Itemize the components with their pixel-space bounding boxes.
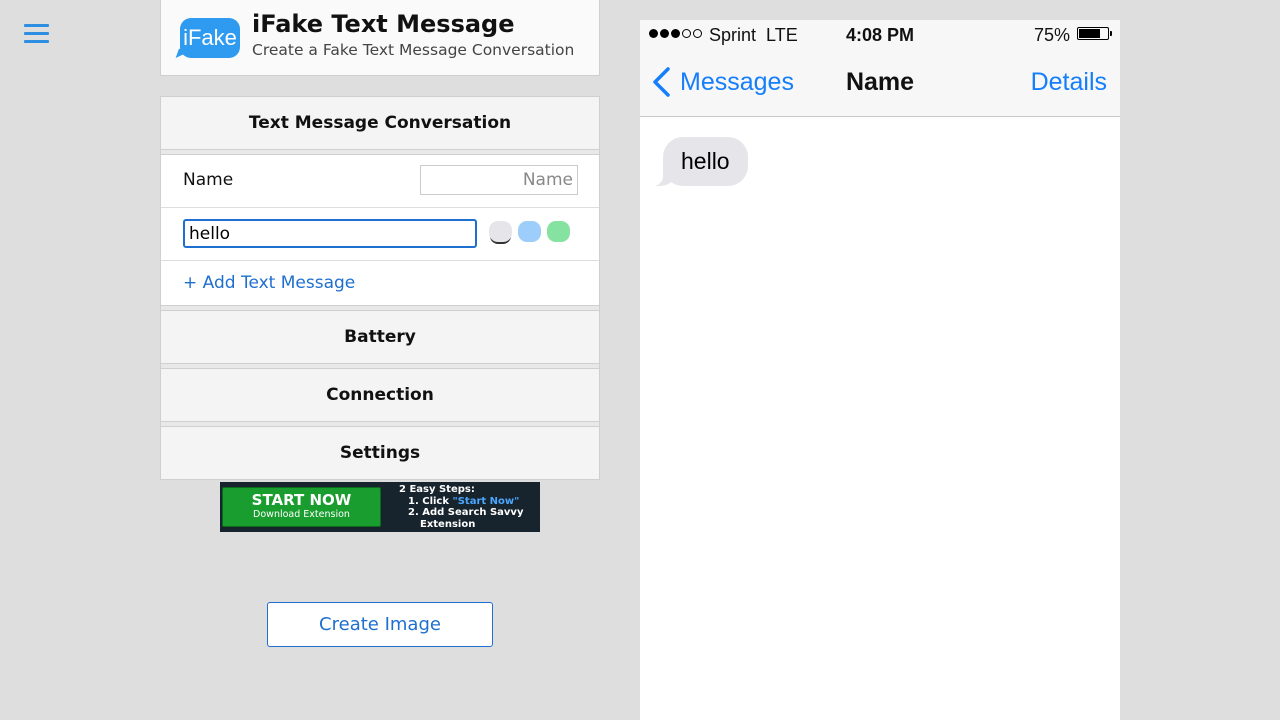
messages-nav-bar: Messages Name Details — [640, 50, 1120, 117]
name-row: Name — [161, 155, 599, 208]
bubble-color-picker — [489, 221, 570, 242]
section-settings[interactable]: Settings — [161, 427, 599, 479]
ad-step1-prefix: 1. Click — [408, 495, 453, 507]
add-message-row: + Add Text Message — [161, 261, 599, 306]
ad-steps-title: 2 Easy Steps: — [399, 484, 475, 495]
create-image-button[interactable]: Create Image — [267, 602, 493, 647]
blue-bubble-icon[interactable] — [518, 221, 541, 242]
ad-step2-line1: 2. Add Search Savvy — [408, 507, 524, 518]
ad-start-now-button[interactable]: START NOW Download Extension — [222, 487, 381, 527]
received-message-bubble: hello — [653, 137, 748, 186]
ad-step2-line2: Extension — [420, 518, 476, 530]
app-subtitle: Create a Fake Text Message Conversation — [252, 41, 575, 59]
battery-percent: 75% — [1033, 25, 1070, 45]
ad-button-title: START NOW — [251, 491, 352, 509]
message-text: hello — [681, 148, 730, 174]
message-row — [161, 208, 599, 261]
message-input[interactable] — [183, 219, 477, 248]
ad-steps: 2 Easy Steps: 1. Click "Start Now" 2. Ad… — [399, 484, 523, 530]
logo-text: iFake — [183, 25, 237, 50]
app-header: iFake iFake Text Message Create a Fake T… — [160, 0, 600, 76]
gray-bubble-icon[interactable] — [489, 221, 512, 242]
status-bar: Sprint LTE 4:08 PM 75% — [640, 20, 1120, 50]
editor-panel: Text Message Conversation Name + Add Tex… — [160, 96, 600, 480]
section-battery[interactable]: Battery — [161, 311, 599, 364]
section-connection[interactable]: Connection — [161, 369, 599, 422]
ifake-logo: iFake — [180, 18, 240, 58]
name-label: Name — [183, 170, 234, 190]
hamburger-menu-icon[interactable] — [24, 24, 49, 46]
section-text-conversation[interactable]: Text Message Conversation — [161, 97, 599, 150]
app-title: iFake Text Message — [252, 10, 515, 38]
details-button[interactable]: Details — [1031, 68, 1107, 97]
name-input[interactable] — [420, 165, 578, 195]
ad-step1-link: "Start Now" — [452, 495, 520, 507]
phone-preview: Sprint LTE 4:08 PM 75% Messages Name Det… — [640, 20, 1120, 720]
ad-button-subtitle: Download Extension — [253, 509, 350, 520]
ad-banner[interactable]: START NOW Download Extension 2 Easy Step… — [220, 482, 540, 532]
battery-icon — [1077, 27, 1112, 40]
green-bubble-icon[interactable] — [547, 221, 570, 242]
message-thread: hello — [640, 117, 1120, 720]
add-text-message-link[interactable]: + Add Text Message — [183, 273, 355, 293]
